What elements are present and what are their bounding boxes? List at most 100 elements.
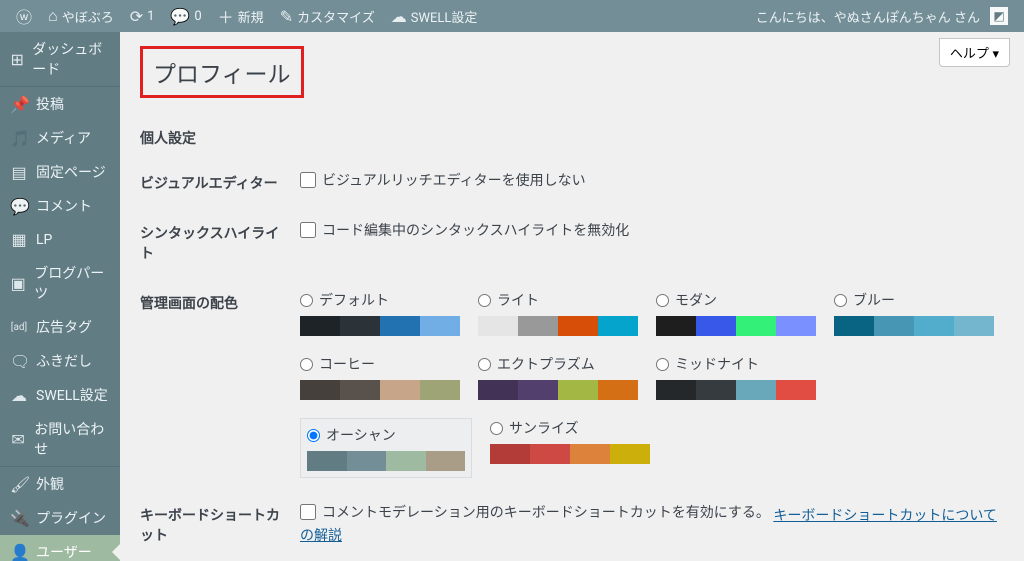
syntax-option[interactable]: コード編集中のシンタックスハイライトを無効化 — [300, 220, 629, 240]
scheme-label: モダン — [675, 290, 717, 310]
scheme-radio[interactable] — [490, 422, 503, 435]
swatch — [478, 316, 638, 336]
page-icon: ▤ — [10, 163, 28, 182]
th-kb: キーボードショートカット — [140, 490, 300, 560]
mail-icon: ✉ — [10, 430, 26, 449]
sidebar-item-posts[interactable]: 📌投稿 — [0, 87, 120, 121]
adtags-icon: [ad] — [10, 322, 28, 333]
sidebar-label: 広告タグ — [36, 317, 92, 337]
scheme-sunrise[interactable]: サンライズ — [490, 418, 650, 478]
scheme-radio[interactable] — [834, 294, 847, 307]
kb-checkbox[interactable] — [300, 504, 316, 520]
avatar-icon: ◩ — [990, 7, 1008, 25]
updates-link[interactable]: ⟳1 — [122, 0, 163, 32]
sidebar-item-ad-tags[interactable]: [ad] 広告タグ — [0, 310, 120, 344]
sidebar-label: ブログパーツ — [34, 263, 110, 303]
scheme-label: サンライズ — [509, 418, 579, 438]
comments-link[interactable]: 💬0 — [162, 0, 209, 32]
comments-count: 0 — [194, 9, 201, 24]
sidebar-item-users[interactable]: 👤 ユーザー — [0, 535, 120, 561]
scheme-radio-row[interactable]: オーシャン — [307, 425, 465, 445]
sidebar-item-plugins[interactable]: 🔌プラグイン — [0, 501, 120, 535]
sidebar-item-comments[interactable]: 💬 コメント — [0, 189, 120, 223]
scheme-label: オーシャン — [326, 425, 396, 445]
sidebar-label: メディア — [36, 128, 91, 148]
scheme-midnight[interactable]: ミッドナイト — [656, 354, 816, 400]
scheme-radio-row[interactable]: サンライズ — [490, 418, 650, 438]
scheme-radio[interactable] — [307, 429, 320, 442]
visual-editor-option[interactable]: ビジュアルリッチエディターを使用しない — [300, 170, 586, 190]
scheme-radio[interactable] — [300, 294, 313, 307]
adminbar: ⓦ ⌂やぼぶろ ⟳1 💬0 ＋新規 ✎カスタマイズ ☁SWELL設定 こんにちは… — [0, 0, 1024, 32]
sidebar-item-fukidashi[interactable]: 🗨ふきだし — [0, 344, 120, 378]
scheme-radio[interactable] — [478, 358, 491, 371]
media-icon: 🎵 — [10, 129, 28, 148]
updates-count: 1 — [147, 9, 154, 24]
user-icon: 👤 — [10, 543, 28, 561]
swatch — [307, 451, 465, 471]
sidebar-item-pages[interactable]: ▤固定ページ — [0, 155, 120, 189]
sidebar-label: ユーザー — [36, 542, 92, 561]
sidebar-label: ふきだし — [36, 351, 92, 371]
scheme-radio[interactable] — [656, 294, 669, 307]
new-content-link[interactable]: ＋新規 — [210, 0, 272, 32]
sidebar-label: LP — [36, 232, 52, 248]
scheme-blue[interactable]: ブルー — [834, 290, 994, 336]
howdy[interactable]: こんにちは、やぬさんぽんちゃん さん ◩ — [748, 0, 1016, 32]
section-personal: 個人設定 — [140, 128, 1004, 148]
scheme-default[interactable]: デフォルト — [300, 290, 460, 336]
scheme-light[interactable]: ライト — [478, 290, 638, 336]
visual-editor-checkbox[interactable] — [300, 172, 316, 188]
sidebar-item-blog-parts[interactable]: ▣ ブログパーツ — [0, 256, 120, 310]
wp-logo[interactable]: ⓦ — [8, 0, 40, 32]
scheme-radio-row[interactable]: モダン — [656, 290, 816, 310]
kb-option[interactable]: コメントモデレーション用のキーボードショートカットを有効にする。 — [300, 502, 770, 522]
sidebar-label: コメント — [36, 196, 92, 216]
syntax-checkbox[interactable] — [300, 222, 316, 238]
scheme-coffee[interactable]: コーヒー — [300, 354, 460, 400]
new-label: 新規 — [238, 7, 264, 26]
sidebar-item-dashboard[interactable]: ⊞ダッシュボード — [0, 32, 120, 86]
swatch — [656, 316, 816, 336]
scheme-radio[interactable] — [478, 294, 491, 307]
scheme-radio-row[interactable]: エクトプラズム — [478, 354, 638, 374]
blogparts-icon: ▣ — [10, 274, 26, 293]
scheme-label: デフォルト — [319, 290, 389, 310]
sidebar-label: ダッシュボード — [32, 39, 110, 79]
sidebar-item-contact[interactable]: ✉お問い合わせ — [0, 412, 120, 466]
plugin-icon: 🔌 — [10, 509, 28, 528]
sidebar-item-lp[interactable]: ▦ LP — [0, 223, 120, 256]
pin-icon: 📌 — [10, 95, 28, 114]
scheme-label: コーヒー — [319, 354, 375, 374]
scheme-modern[interactable]: モダン — [656, 290, 816, 336]
site-link[interactable]: ⌂やぼぶろ — [40, 0, 122, 32]
scheme-radio[interactable] — [656, 358, 669, 371]
help-button[interactable]: ヘルプ ▾ — [939, 38, 1010, 67]
scheme-radio-row[interactable]: ライト — [478, 290, 638, 310]
swell-link[interactable]: ☁SWELL設定 — [383, 0, 486, 32]
scheme-ocean[interactable]: オーシャン — [300, 418, 472, 478]
greeting-text: こんにちは、やぬさんぽんちゃん さん — [756, 7, 980, 26]
scheme-radio-row[interactable]: ブルー — [834, 290, 994, 310]
scheme-radio-row[interactable]: デフォルト — [300, 290, 460, 310]
scheme-label: ブルー — [853, 290, 895, 310]
sidebar-item-swell[interactable]: ☁SWELL設定 — [0, 378, 120, 412]
lp-icon: ▦ — [10, 230, 28, 249]
scheme-radio-row[interactable]: コーヒー — [300, 354, 460, 374]
sidebar-item-media[interactable]: 🎵 メディア — [0, 121, 120, 155]
sidebar-label: 外観 — [36, 474, 64, 494]
comment-icon: 💬 — [10, 197, 28, 216]
swatch — [478, 380, 638, 400]
kb-label: コメントモデレーション用のキーボードショートカットを有効にする。 — [322, 502, 770, 522]
customize-link[interactable]: ✎カスタマイズ — [272, 0, 383, 32]
swell-icon: ☁ — [10, 386, 28, 405]
visual-editor-label: ビジュアルリッチエディターを使用しない — [322, 170, 586, 190]
scheme-radio[interactable] — [300, 358, 313, 371]
swell-label: SWELL設定 — [411, 7, 478, 26]
scheme-ectoplasm[interactable]: エクトプラズム — [478, 354, 638, 400]
swatch — [490, 444, 650, 464]
sidebar-item-appearance[interactable]: 🖌外観 — [0, 467, 120, 501]
color-schemes: デフォルト ライト モダン ブルーコーヒー エクトプラズムミッドナイトオーシャン サンライ… — [300, 290, 1004, 478]
scheme-radio-row[interactable]: ミッドナイト — [656, 354, 816, 374]
site-name: やぼぶろ — [62, 7, 114, 26]
